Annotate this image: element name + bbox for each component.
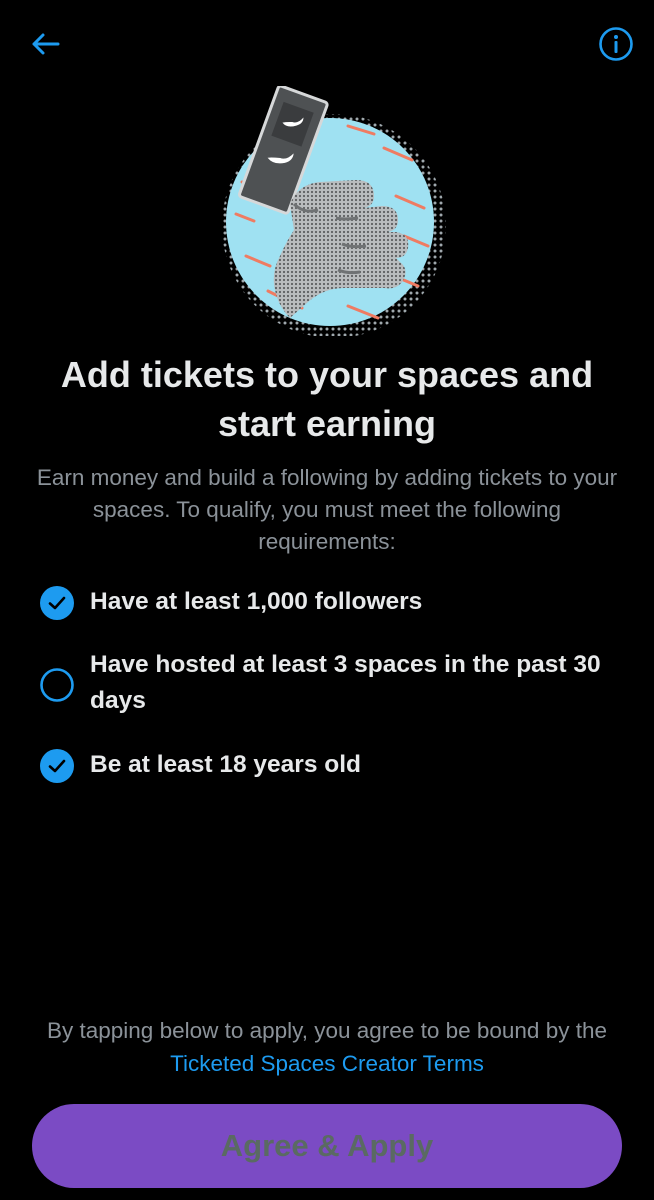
terms-notice-text: By tapping below to apply, you agree to … xyxy=(47,1018,607,1043)
requirement-label: Have at least 1,000 followers xyxy=(90,588,423,615)
requirement-checkbox xyxy=(38,666,76,704)
hero-illustration xyxy=(198,84,460,338)
ticketed-spaces-onboarding-screen: Add tickets to your spaces and start ear… xyxy=(0,0,654,1200)
terms-notice: By tapping below to apply, you agree to … xyxy=(40,1014,614,1080)
agree-apply-button[interactable]: Agree & Apply xyxy=(32,1104,622,1188)
check-circle-icon xyxy=(40,586,74,620)
info-button[interactable] xyxy=(594,24,638,64)
creator-terms-link[interactable]: Ticketed Spaces Creator Terms xyxy=(170,1051,484,1076)
requirement-item-age: Be at least 18 years old xyxy=(38,747,628,785)
back-button[interactable] xyxy=(22,24,68,64)
info-circle-icon xyxy=(599,27,633,61)
page-description: Earn money and build a following by addi… xyxy=(36,465,618,554)
hand-holding-ticket-illustration xyxy=(222,84,446,338)
requirement-item-followers: Have at least 1,000 followers xyxy=(38,584,628,622)
requirement-label: Be at least 18 years old xyxy=(90,751,362,778)
requirement-checkbox xyxy=(38,747,76,785)
page-title: Add tickets to your spaces and start ear… xyxy=(60,354,594,444)
requirement-item-hosted-spaces: Have hosted at least 3 spaces in the pas… xyxy=(38,647,628,719)
arrow-left-icon xyxy=(32,33,60,55)
empty-circle-icon xyxy=(40,668,74,702)
requirement-checkbox xyxy=(38,584,76,622)
check-circle-icon xyxy=(40,749,74,783)
requirement-label: Have hosted at least 3 spaces in the pas… xyxy=(90,651,601,714)
